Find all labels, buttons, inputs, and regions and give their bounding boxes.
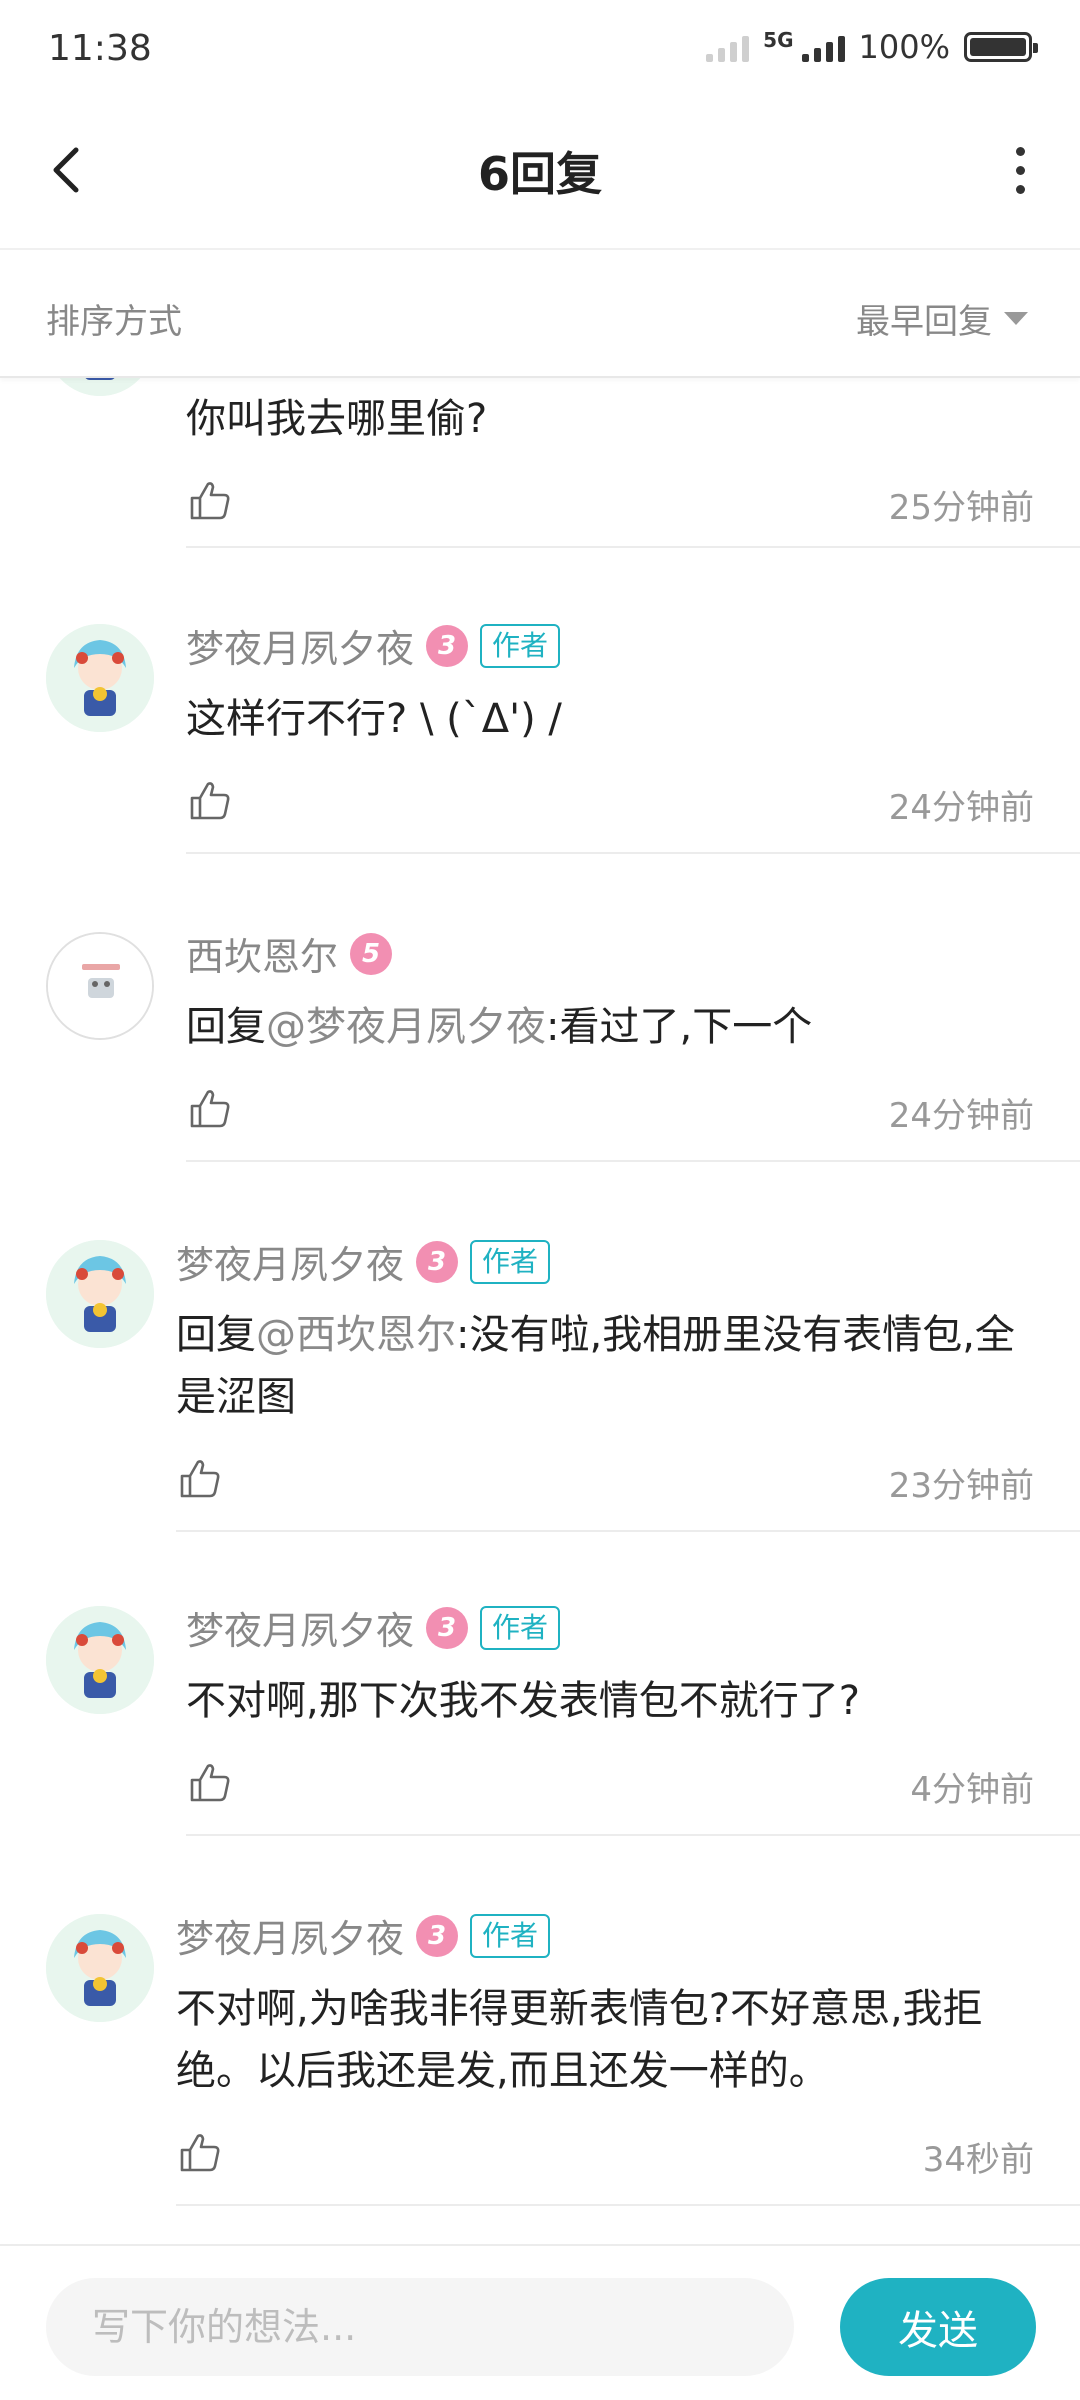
list-item: 梦夜月夙夕夜 3 作者 回复@西坎恩尔:没有啦,我相册里没有表情包,全是涩图 2… <box>0 1234 1080 1604</box>
username[interactable]: 梦夜月夙夕夜 <box>176 1908 404 1963</box>
top-bar: 6回复 <box>0 100 1080 250</box>
reply-prefix: 回复 <box>176 1312 256 1358</box>
author-badge: 作者 <box>480 1605 561 1650</box>
author-badge: 作者 <box>480 623 561 668</box>
avatar-image <box>46 1240 154 1348</box>
comment-time: 24分钟前 <box>888 788 1034 828</box>
username[interactable]: 西坎恩尔 <box>186 926 338 981</box>
reply-prefix: 回复 <box>186 1004 266 1050</box>
comment-text: 这样行不行? \ (`Δ') / <box>186 696 562 742</box>
like-icon[interactable] <box>188 478 232 522</box>
sort-bar: 排序方式 最早回复 <box>0 250 1080 378</box>
comment-time: 34秒前 <box>922 2140 1034 2180</box>
comment-text: 你叫我去哪里偷? <box>186 396 488 442</box>
page-title: 6回复 <box>477 147 602 201</box>
avatar-image <box>46 624 154 732</box>
username[interactable]: 梦夜月夙夕夜 <box>186 1600 414 1655</box>
network-type: 5G <box>763 28 794 52</box>
signal-icon-sim1 <box>706 32 750 62</box>
comment-header: 梦夜月夙夕夜 3 作者 <box>186 1600 561 1655</box>
like-icon[interactable] <box>178 1456 222 1500</box>
more-dot-icon <box>1015 165 1025 175</box>
status-bar: 11:38 5G 100% <box>0 0 1080 100</box>
level-badge: 3 <box>416 1914 459 1957</box>
list-item: 梦夜月夙夕夜 3 作者 不对啊,为啥我非得更新表情包?不好意思,我拒绝。以后我还… <box>0 1908 1080 2244</box>
reply-input[interactable] <box>46 2278 794 2376</box>
comment-time: 25分钟前 <box>888 488 1034 528</box>
comment-text: 不对啊,那下次我不发表情包不就行了? <box>186 1678 860 1724</box>
signal-icon-sim2 <box>801 32 845 62</box>
like-icon[interactable] <box>188 1760 232 1804</box>
comment-header: 梦夜月夙夕夜 3 作者 <box>186 618 561 673</box>
avatar-image <box>46 1914 154 2022</box>
level-badge: 5 <box>350 932 393 975</box>
avatar-image <box>46 1606 154 1714</box>
reply-list[interactable]: 你叫我去哪里偷? 25分钟前 梦夜月夙夕夜 3 作者 这样行不行? \ (`Δ'… <box>0 378 1080 2244</box>
divider <box>186 1160 1080 1162</box>
divider <box>176 2204 1080 2206</box>
comment-time: 23分钟前 <box>888 1466 1034 1506</box>
like-icon[interactable] <box>178 2130 222 2174</box>
list-item: 西坎恩尔 5 回复@梦夜月夙夕夜:看过了,下一个 24分钟前 <box>0 926 1080 1232</box>
comment-text: 回复@梦夜月夙夕夜:看过了,下一个 <box>186 996 812 1058</box>
avatar[interactable] <box>46 1606 154 1714</box>
avatar[interactable] <box>46 624 154 732</box>
divider <box>176 1530 1080 1532</box>
username[interactable]: 梦夜月夙夕夜 <box>186 618 414 673</box>
divider <box>186 1834 1080 1836</box>
battery-fill <box>970 38 1026 56</box>
sort-value: 最早回复 <box>856 302 992 342</box>
level-badge: 3 <box>426 624 469 667</box>
username[interactable]: 梦夜月夙夕夜 <box>176 1234 404 1289</box>
divider <box>186 546 1080 548</box>
more-options-button[interactable] <box>990 140 1050 200</box>
comment-text: 回复@西坎恩尔:没有啦,我相册里没有表情包,全是涩图 <box>176 1304 1016 1428</box>
list-item: 梦夜月夙夕夜 3 作者 这样行不行? \ (`Δ') / 24分钟前 <box>0 618 1080 924</box>
avatar[interactable] <box>46 378 154 396</box>
like-icon[interactable] <box>188 1086 232 1130</box>
sort-label: 排序方式 <box>46 302 182 342</box>
mention-link[interactable]: @西坎恩尔 <box>256 1312 456 1358</box>
comment-header: 西坎恩尔 5 <box>186 926 393 981</box>
list-item: 梦夜月夙夕夜 3 作者 不对啊,那下次我不发表情包不就行了? 4分钟前 <box>0 1600 1080 1906</box>
author-badge: 作者 <box>470 1913 551 1958</box>
divider <box>186 852 1080 854</box>
dropdown-arrow-icon <box>1004 312 1028 325</box>
avatar[interactable] <box>46 1914 154 2022</box>
avatar[interactable] <box>46 1240 154 1348</box>
send-button[interactable]: 发送 <box>840 2278 1036 2376</box>
level-badge: 3 <box>416 1240 459 1283</box>
battery-percent: 100% <box>858 28 950 66</box>
comment-header: 梦夜月夙夕夜 3 作者 <box>176 1234 551 1289</box>
comment-time: 24分钟前 <box>888 1096 1034 1136</box>
mention-link[interactable]: @梦夜月夙夕夜 <box>266 1004 546 1050</box>
sort-dropdown[interactable]: 最早回复 <box>856 294 1028 343</box>
like-icon[interactable] <box>188 778 232 822</box>
more-dot-icon <box>1015 146 1025 156</box>
level-badge: 3 <box>426 1606 469 1649</box>
comment-time: 4分钟前 <box>910 1770 1034 1810</box>
avatar-image <box>46 378 154 396</box>
list-item: 你叫我去哪里偷? 25分钟前 <box>0 378 1080 548</box>
comment-header: 梦夜月夙夕夜 3 作者 <box>176 1908 551 1963</box>
avatar-image <box>48 934 152 1038</box>
comment-body: :看过了,下一个 <box>546 1004 813 1050</box>
avatar[interactable] <box>46 932 154 1040</box>
more-dot-icon <box>1015 184 1025 194</box>
reply-composer: 发送 <box>0 2244 1080 2400</box>
comment-text: 不对啊,为啥我非得更新表情包?不好意思,我拒绝。以后我还是发,而且还发一样的。 <box>176 1986 983 2094</box>
battery-icon <box>964 32 1038 62</box>
author-badge: 作者 <box>470 1239 551 1284</box>
